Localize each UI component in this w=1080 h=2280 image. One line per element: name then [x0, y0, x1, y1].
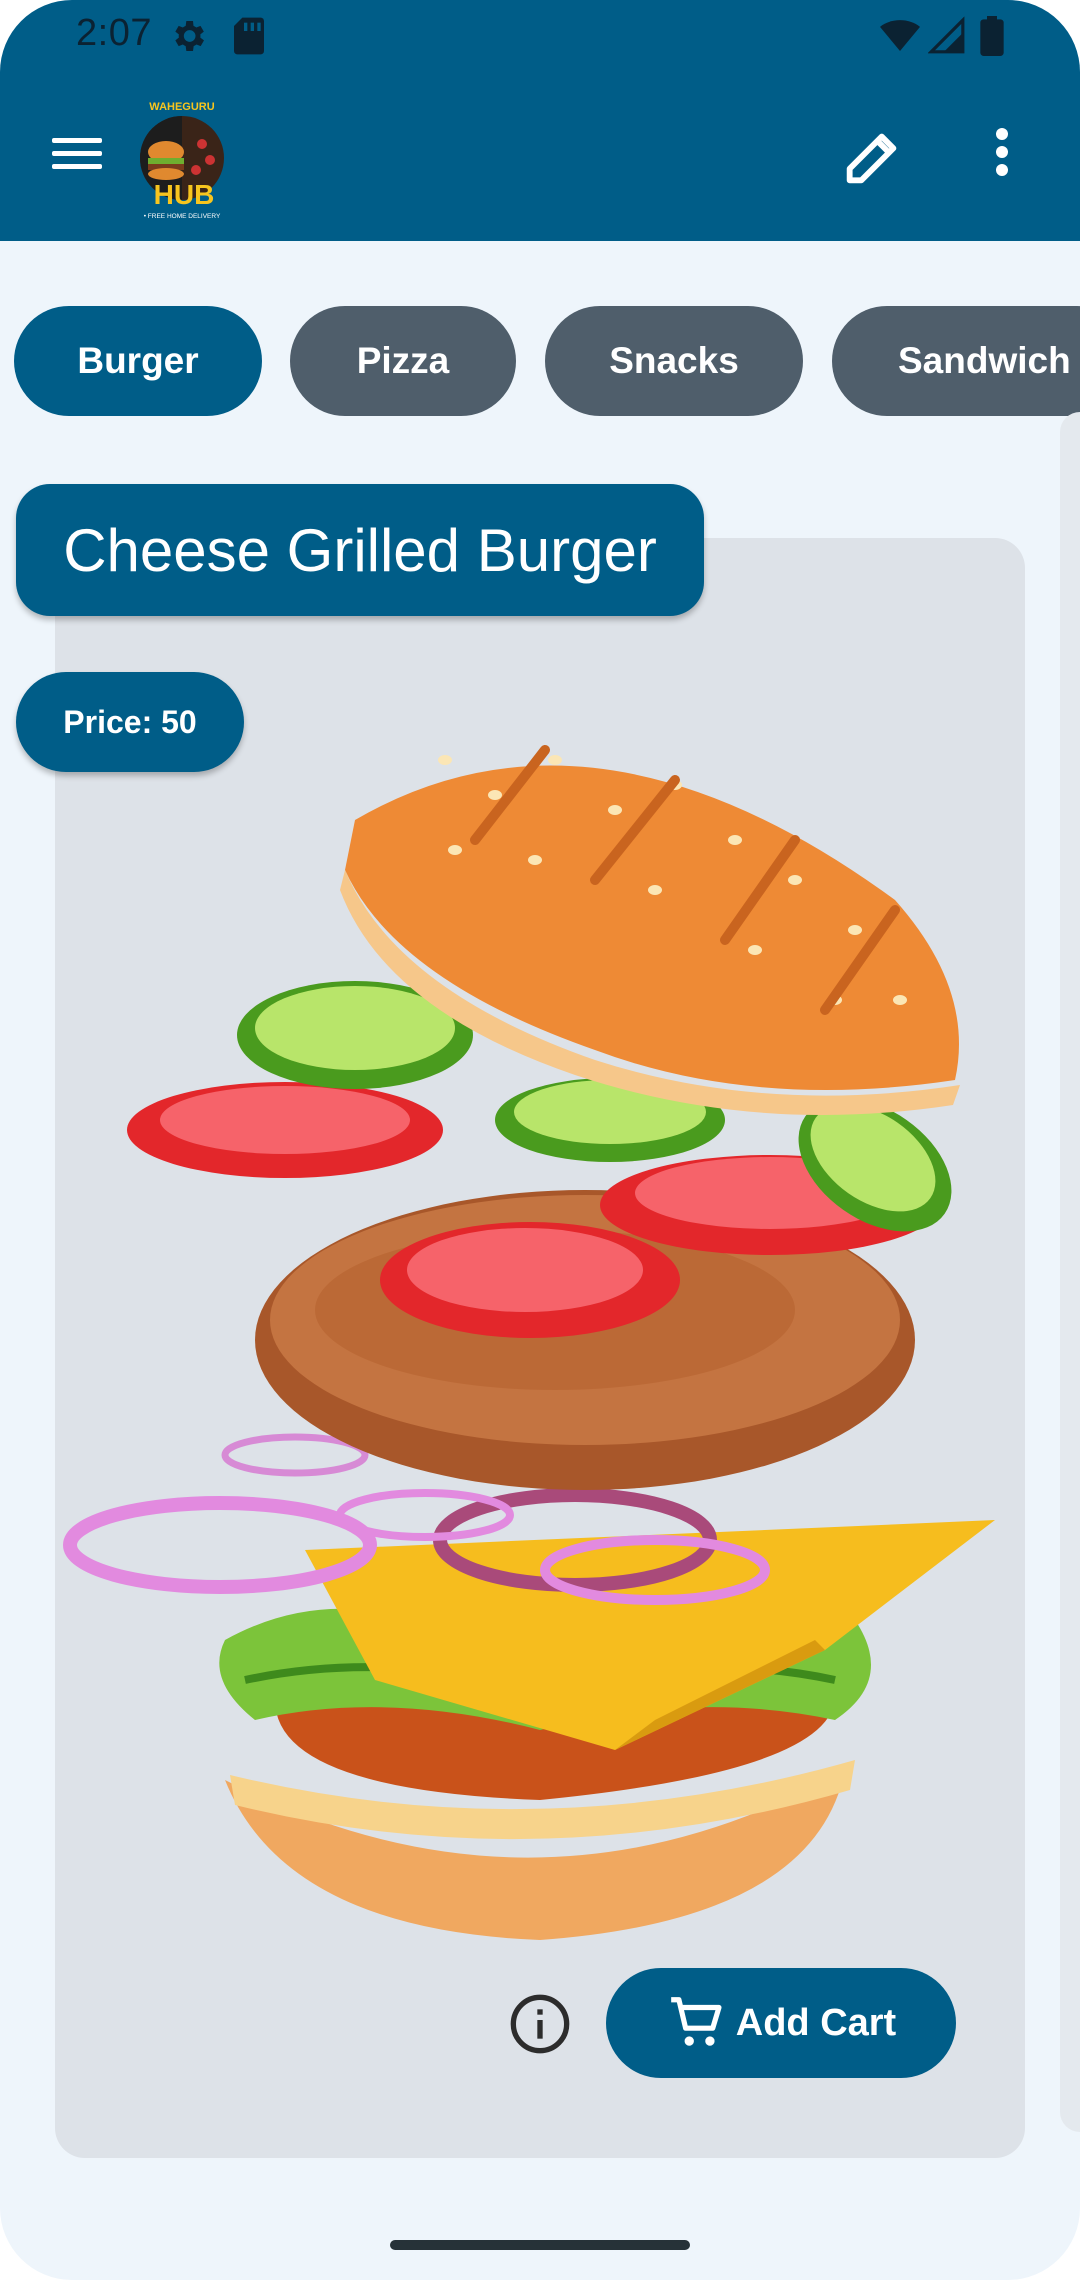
gesture-home-indicator[interactable] [390, 2240, 690, 2250]
chip-sandwich[interactable]: Sandwich [832, 306, 1080, 416]
shopping-cart-icon [670, 1997, 722, 2046]
info-icon[interactable] [508, 1992, 572, 2056]
hamburger-menu-icon[interactable] [40, 130, 114, 186]
item-price: Price: 50 [16, 672, 244, 772]
svg-text:WAHEGURU: WAHEGURU [149, 101, 214, 113]
item-title: Cheese Grilled Burger [16, 484, 704, 616]
svg-text:HUB: HUB [154, 179, 215, 210]
add-cart-label: Add Cart [735, 2001, 897, 2044]
waheguru-hub-logo: WAHEGURU HUB • FREE HOME DELIVERY [140, 101, 224, 220]
top-app-bar: 2:07 WAHEGURU HUB • FREE HOME DELIVERY [0, 0, 1080, 241]
edit-pencil-icon[interactable] [838, 122, 908, 192]
battery-icon [980, 16, 1004, 56]
wifi-icon [880, 20, 920, 51]
next-item-card-peek[interactable] [1060, 412, 1080, 2132]
burger-image [63, 745, 995, 1940]
chip-burger[interactable]: Burger [14, 306, 262, 416]
cellular-signal-icon [928, 16, 965, 54]
more-vert-icon[interactable] [982, 122, 1022, 192]
add-cart-button[interactable]: Add Cart [606, 1968, 956, 2078]
settings-gear-icon [175, 21, 204, 51]
status-bar: 2:07 [0, 0, 1080, 72]
app-bar: WAHEGURU HUB • FREE HOME DELIVERY [0, 80, 1080, 240]
status-time: 2:07 [76, 12, 152, 54]
screen: 2:07 WAHEGURU HUB • FREE HOME DELIVERY B… [0, 0, 1080, 2280]
svg-text:• FREE HOME DELIVERY: • FREE HOME DELIVERY [144, 213, 221, 220]
category-chip-row: Burger Pizza Snacks Sandwich [0, 306, 1080, 418]
sd-card-icon [234, 17, 264, 55]
chip-pizza[interactable]: Pizza [290, 306, 516, 416]
chip-snacks[interactable]: Snacks [545, 306, 803, 416]
